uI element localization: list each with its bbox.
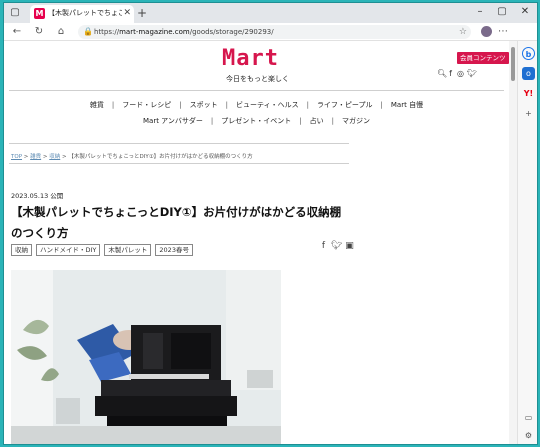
nav-item-spot[interactable]: スポット (187, 100, 221, 110)
settings-gear-icon[interactable]: ⚙ (522, 429, 535, 442)
search-icon[interactable]: 🔍︎ (437, 69, 447, 78)
article-tags: 収納 ハンドメイド・DIY 木製パレット 2023春号 (11, 244, 197, 256)
outlook-icon[interactable]: o (522, 67, 535, 80)
nav-item-beauty[interactable]: ビューティ・ヘルス (233, 100, 302, 110)
site-logo[interactable]: Mart (222, 46, 279, 71)
nav-item-mart-jiman[interactable]: Mart 自慢 (388, 100, 426, 110)
instagram-icon[interactable]: ◎ (457, 69, 467, 78)
nav-item-zakka[interactable]: 雑貨 (87, 100, 107, 110)
nav-item-uranai[interactable]: 占い (307, 116, 327, 126)
tag-storage[interactable]: 収納 (11, 244, 32, 256)
divider (9, 163, 349, 164)
url-bar[interactable]: 🔒 https://mart-magazine.com/goods/storag… (78, 25, 471, 39)
profile-avatar[interactable] (481, 26, 492, 37)
share-icons: f 🐦︎ ▣ (317, 241, 356, 251)
global-nav-row1: 雑貨 | フード・レシピ | スポット | ビューティ・ヘルス | ライフ・ピープル | Mart … (9, 100, 504, 110)
global-nav-row2: Mart アンバサダー | プレゼント・イベント | 占い | マガジン (9, 116, 504, 126)
new-tab-button[interactable]: + (137, 6, 147, 20)
divider (9, 90, 504, 91)
twitter-icon[interactable]: 🐦︎ (330, 241, 343, 251)
web-page: Mart 今日をもっと楽しく 会員コンテンツ 🔍︎f ◎🐦︎ 雑貨 | フード・レシピ… (4, 42, 509, 444)
tab-favicon-icon: M (34, 8, 45, 19)
facebook-icon[interactable]: f (317, 241, 330, 251)
breadcrumb-top[interactable]: TOP (11, 154, 22, 160)
breadcrumb-zakka[interactable]: 雑貨 (30, 154, 41, 160)
article-hero-image (11, 270, 281, 444)
tag-handmade-diy[interactable]: ハンドメイド・DIY (36, 244, 101, 256)
member-content-button[interactable]: 会員コンテンツ (457, 52, 509, 64)
close-window-icon[interactable]: ✕ (517, 5, 533, 19)
address-toolbar: ← ↻ ⌂ 🔒 https://mart-magazine.com/goods/… (4, 23, 537, 41)
tag-2023-spring[interactable]: 2023春号 (155, 244, 193, 256)
facebook-icon[interactable]: f (447, 69, 457, 78)
favorite-star-icon[interactable]: ☆ (459, 25, 467, 39)
home-icon[interactable]: ⌂ (54, 25, 68, 39)
nav-item-food[interactable]: フード・レシピ (119, 100, 174, 110)
nav-item-magazine[interactable]: マガジン (339, 116, 373, 126)
breadcrumb-current: 【木製パレットでちょこっとDIY①】お片付けがはかどる収納棚のつくり方 (68, 154, 253, 160)
page-scrollbar[interactable] (509, 41, 517, 444)
tab-close-icon[interactable]: ✕ (123, 7, 131, 19)
tab-strip: ▢ M 【木製パレットでちょこっとDIY①】お片付けがはかどる収納棚のつくり方 … (4, 3, 537, 23)
window-menu-icon[interactable]: ▢ (8, 6, 22, 20)
nav-item-life[interactable]: ライフ・ピープル (314, 100, 376, 110)
nav-item-ambassador[interactable]: Mart アンバサダー (140, 116, 206, 126)
add-sidebar-icon[interactable]: + (522, 107, 535, 120)
browser-tab[interactable]: M 【木製パレットでちょこっとDIY①】お片付けがはかどる収納棚のつくり方 ✕ (30, 5, 134, 23)
hero-photo-illustration (11, 270, 281, 444)
browser-sidebar: b o Y! + ▭ ⚙ (517, 41, 537, 444)
divider (9, 143, 349, 144)
header-icons: 🔍︎f ◎🐦︎ (437, 69, 477, 78)
nav-item-present[interactable]: プレゼント・イベント (218, 116, 294, 126)
tag-wood-pallet[interactable]: 木製パレット (104, 244, 152, 256)
refresh-icon[interactable]: ↻ (32, 25, 46, 39)
yahoo-icon[interactable]: Y! (522, 87, 535, 100)
bing-icon[interactable]: b (522, 47, 535, 60)
line-icon[interactable]: ▣ (343, 241, 356, 251)
more-menu-icon[interactable]: ⋯ (498, 25, 508, 39)
article-title: 【木製パレットでちょこっとDIY①】お片付けがはかどる収納棚のつくり方 (11, 205, 342, 240)
sidebar-panel-icon[interactable]: ▭ (522, 411, 535, 424)
lock-icon: 🔒 (83, 27, 93, 36)
publish-date: 2023.05.13 公開 (11, 192, 64, 200)
back-icon[interactable]: ← (10, 25, 24, 39)
browser-window: ▢ M 【木製パレットでちょこっとDIY①】お片付けがはかどる収納棚のつくり方 … (3, 2, 538, 445)
minimize-icon[interactable]: – (472, 5, 488, 19)
site-tagline: 今日をもっと楽しく (226, 75, 289, 83)
breadcrumb: TOP > 雑貨 > 収納 > 【木製パレットでちょこっとDIY①】お片付けがは… (11, 154, 253, 160)
url-text: https://mart-magazine.com/goods/storage/… (94, 28, 274, 36)
maximize-icon[interactable]: ▢ (494, 5, 510, 19)
tab-title: 【木製パレットでちょこっとDIY①】お片付けがはかどる収納棚のつくり方 (48, 9, 122, 17)
twitter-icon[interactable]: 🐦︎ (467, 69, 477, 78)
breadcrumb-storage[interactable]: 収納 (49, 154, 60, 160)
scrollbar-thumb[interactable] (511, 47, 515, 81)
